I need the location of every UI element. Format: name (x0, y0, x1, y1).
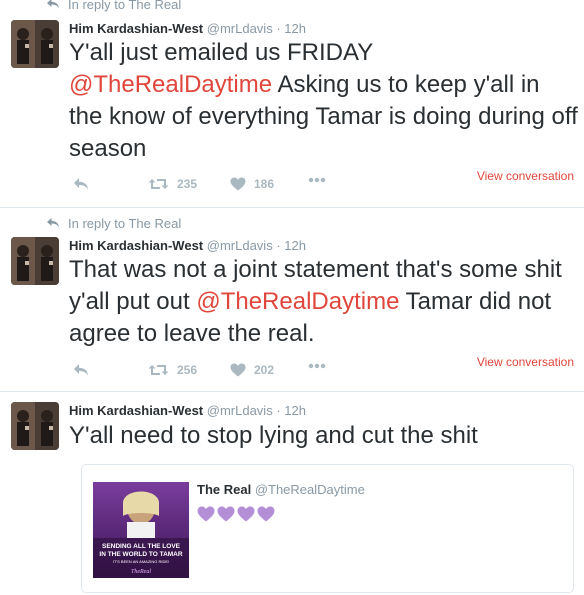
reply-context[interactable]: In reply to The Real (46, 215, 181, 231)
timestamp[interactable]: 12h (284, 403, 306, 418)
show-logo: TheReal (131, 569, 151, 575)
avatar[interactable] (11, 402, 59, 450)
purple-heart-icon (197, 506, 215, 522)
timestamp[interactable]: 12h (284, 21, 306, 36)
retweet-icon (148, 179, 169, 189)
reply-icon (74, 364, 88, 376)
more-button[interactable] (308, 177, 326, 183)
divider (0, 207, 584, 208)
retweet-button[interactable]: 235 (148, 177, 197, 191)
reply-icon (74, 178, 88, 190)
mention-link[interactable]: @TheRealDaytime (196, 288, 399, 315)
author-handle[interactable]: @mrLdavis (207, 403, 273, 418)
divider (0, 391, 584, 392)
like-button[interactable]: 202 (230, 363, 274, 377)
view-conversation-link[interactable]: View conversation (477, 169, 574, 183)
purple-heart-icon (217, 506, 235, 522)
reply-arrow-icon (47, 218, 59, 228)
more-icon (308, 177, 326, 183)
heart-icon (230, 177, 246, 191)
more-icon (308, 363, 326, 369)
tweet-text-part: Y'all need to stop lying and cut the shi… (69, 422, 478, 449)
tweet-text: That was not a joint statement that's so… (69, 254, 579, 350)
quoted-tweet-text (197, 506, 277, 522)
quoted-tweet-header: The Real @TheRealDaytime (197, 482, 365, 497)
tweet-header: Him Kardashian-West @mrLdavis · 12h (69, 21, 306, 37)
mention-link[interactable]: @TheRealDaytime (69, 71, 272, 98)
quoted-tweet-image[interactable]: SENDING ALL THE LOVE IN THE WORLD TO TAM… (93, 482, 189, 578)
more-button[interactable] (308, 363, 326, 369)
tweet-actions: 235 186 View conversation (69, 169, 574, 197)
tweet-text: Y'all just emailed us FRIDAY @TheRealDay… (69, 37, 579, 165)
author-handle[interactable]: @mrLdavis (207, 21, 273, 36)
like-count: 202 (254, 363, 275, 377)
quoted-tweet-card[interactable]: SENDING ALL THE LOVE IN THE WORLD TO TAM… (81, 464, 574, 593)
reply-button[interactable] (73, 177, 89, 191)
avatar[interactable] (11, 20, 59, 68)
reply-arrow-icon (47, 0, 59, 9)
reply-button[interactable] (73, 363, 89, 377)
tweet-header: Him Kardashian-West @mrLdavis · 12h (69, 403, 306, 419)
image-caption-line: IN THE WORLD TO TAMAR (99, 551, 182, 558)
view-conversation-link[interactable]: View conversation (477, 355, 574, 369)
separator-dot: · (276, 21, 281, 36)
purple-heart-icon (237, 506, 255, 522)
image-caption-line: IT'S BEEN AN AMAZING RIDE! (113, 559, 169, 564)
author-name[interactable]: Him Kardashian-West (69, 238, 203, 253)
reply-context-label: In reply to The Real (68, 215, 182, 231)
purple-heart-icon (257, 506, 275, 522)
author-handle[interactable]: @mrLdavis (207, 238, 273, 253)
heart-icon (230, 363, 246, 377)
reply-context[interactable]: In reply to The Real (46, 0, 181, 12)
retweet-icon (148, 365, 169, 375)
tweet-header: Him Kardashian-West @mrLdavis · 12h (69, 238, 306, 254)
author-name[interactable]: Him Kardashian-West (69, 21, 203, 36)
separator-dot: · (276, 238, 281, 253)
retweet-count: 256 (177, 363, 198, 377)
quoted-author-handle[interactable]: @TheRealDaytime (255, 482, 365, 497)
quoted-author-name[interactable]: The Real (197, 482, 251, 497)
image-caption-line: SENDING ALL THE LOVE (102, 543, 181, 550)
tweet-text: Y'all need to stop lying and cut the shi… (69, 420, 579, 452)
timestamp[interactable]: 12h (284, 238, 306, 253)
tweet-text-part: Y'all just emailed us FRIDAY (69, 39, 374, 66)
separator-dot: · (276, 403, 281, 418)
avatar[interactable] (11, 237, 59, 285)
author-name[interactable]: Him Kardashian-West (69, 403, 203, 418)
tweet-actions: 256 202 View conversation (69, 355, 574, 383)
like-count: 186 (254, 177, 275, 191)
reply-context-label: In reply to The Real (68, 0, 182, 12)
retweet-button[interactable]: 256 (148, 363, 197, 377)
like-button[interactable]: 186 (230, 177, 274, 191)
retweet-count: 235 (177, 177, 198, 191)
